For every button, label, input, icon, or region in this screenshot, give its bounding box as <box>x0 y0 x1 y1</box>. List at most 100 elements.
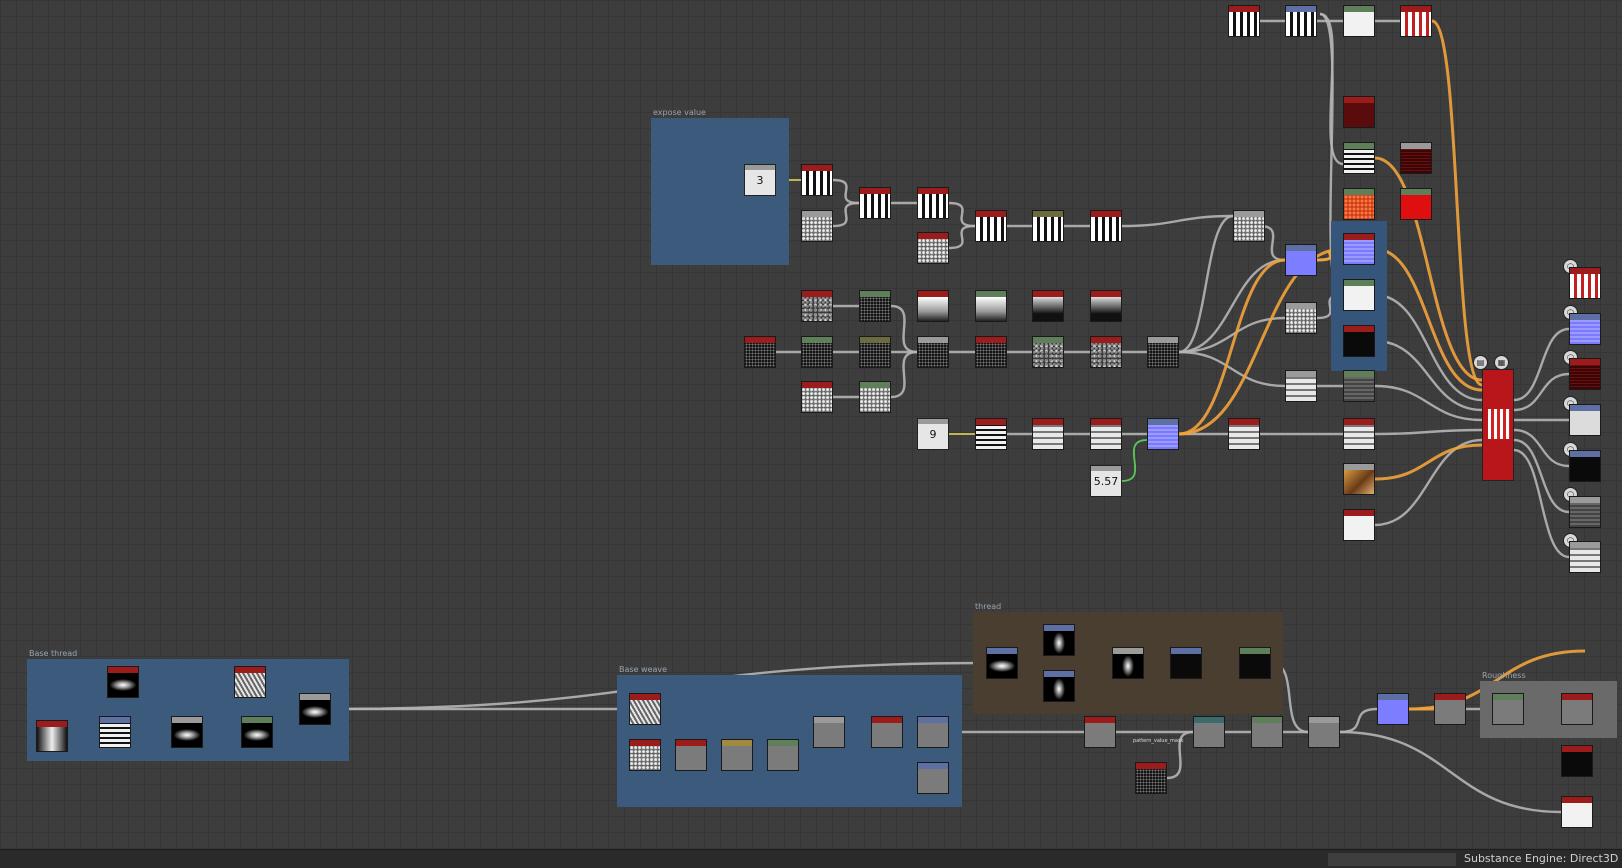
node-thumbnail <box>976 217 1006 241</box>
node-thumbnail <box>1091 425 1121 449</box>
graph-node[interactable] <box>801 164 833 196</box>
material-output-node[interactable] <box>1482 369 1514 481</box>
graph-node[interactable] <box>1147 336 1179 368</box>
graph-node[interactable] <box>1043 670 1075 702</box>
graph-node[interactable] <box>1569 404 1601 436</box>
graph-node[interactable] <box>1377 693 1409 725</box>
graph-node[interactable] <box>1084 716 1116 748</box>
graph-node[interactable] <box>744 336 776 368</box>
graph-node[interactable] <box>1492 693 1524 725</box>
graph-node[interactable] <box>1032 290 1064 322</box>
graph-node[interactable] <box>859 290 891 322</box>
graph-node[interactable] <box>1032 418 1064 450</box>
graph-node[interactable] <box>917 762 949 794</box>
graph-node[interactable] <box>299 693 331 725</box>
graph-node[interactable] <box>1147 418 1179 450</box>
graph-node[interactable] <box>1090 210 1122 242</box>
graph-node[interactable] <box>917 716 949 748</box>
graph-node[interactable] <box>1569 313 1601 345</box>
graph-node[interactable] <box>859 336 891 368</box>
graph-node[interactable] <box>171 716 203 748</box>
graph-node[interactable] <box>917 336 949 368</box>
graph-node[interactable] <box>1251 716 1283 748</box>
graph-node[interactable] <box>107 666 139 698</box>
graph-node[interactable] <box>871 716 903 748</box>
graph-node[interactable] <box>1090 290 1122 322</box>
graph-node[interactable] <box>721 739 753 771</box>
graph-node[interactable] <box>1308 716 1340 748</box>
graph-node[interactable] <box>801 336 833 368</box>
graph-node[interactable] <box>1112 647 1144 679</box>
graph-node[interactable] <box>1343 463 1375 495</box>
graph-node[interactable] <box>975 418 1007 450</box>
graph-node[interactable] <box>975 290 1007 322</box>
checker-icon[interactable]: ▦ <box>1494 355 1509 370</box>
graph-node[interactable] <box>1343 5 1375 37</box>
graph-node[interactable] <box>1434 693 1466 725</box>
graph-node[interactable] <box>1233 210 1265 242</box>
graph-node[interactable] <box>675 739 707 771</box>
graph-node[interactable] <box>1569 496 1601 528</box>
graph-node[interactable] <box>1343 418 1375 450</box>
graph-node[interactable] <box>1285 302 1317 334</box>
graph-node[interactable] <box>859 187 891 219</box>
graph-node[interactable] <box>1285 244 1317 276</box>
graph-node[interactable] <box>986 647 1018 679</box>
graph-node[interactable] <box>1569 267 1601 299</box>
graph-node[interactable] <box>1343 233 1375 265</box>
graph-node[interactable] <box>1400 188 1432 220</box>
graph-node[interactable] <box>801 210 833 242</box>
graph-node[interactable] <box>1239 647 1271 679</box>
graph-node[interactable] <box>1043 624 1075 656</box>
graph-node[interactable] <box>629 693 661 725</box>
graph-node[interactable] <box>801 290 833 322</box>
graph-node[interactable] <box>975 336 1007 368</box>
value-node[interactable]: 3 <box>744 164 776 196</box>
value-node[interactable]: 5.57 <box>1090 465 1122 497</box>
graph-node[interactable] <box>1561 796 1593 828</box>
page-icon[interactable]: ▤ <box>1473 355 1488 370</box>
graph-node[interactable] <box>1032 336 1064 368</box>
graph-node[interactable] <box>767 739 799 771</box>
graph-node[interactable] <box>1343 142 1375 174</box>
graph-node[interactable] <box>1343 279 1375 311</box>
graph-node[interactable] <box>1228 5 1260 37</box>
graph-node[interactable] <box>234 666 266 698</box>
graph-node[interactable] <box>1569 450 1601 482</box>
graph-node[interactable] <box>1193 716 1225 748</box>
graph-node[interactable] <box>813 716 845 748</box>
graph-node[interactable] <box>99 716 131 748</box>
graph-node[interactable] <box>1170 647 1202 679</box>
graph-node[interactable] <box>1561 745 1593 777</box>
graph-node[interactable] <box>1343 370 1375 402</box>
graph-node[interactable] <box>917 187 949 219</box>
graph-node[interactable] <box>1285 370 1317 402</box>
graph-node[interactable] <box>36 720 68 752</box>
graph-node[interactable] <box>1343 325 1375 357</box>
graph-node[interactable] <box>1090 418 1122 450</box>
graph-node[interactable] <box>1569 358 1601 390</box>
graph-canvas[interactable]: expose value Base thread Base weave thre… <box>0 0 1622 849</box>
graph-node[interactable] <box>1343 188 1375 220</box>
graph-node[interactable] <box>859 381 891 413</box>
graph-node[interactable] <box>1561 693 1593 725</box>
graph-node[interactable] <box>1400 5 1432 37</box>
graph-node[interactable] <box>1400 142 1432 174</box>
graph-node[interactable] <box>917 232 949 264</box>
graph-node[interactable] <box>1090 336 1122 368</box>
node-thumbnail <box>1309 723 1339 747</box>
graph-node[interactable] <box>1569 541 1601 573</box>
graph-node[interactable] <box>1032 210 1064 242</box>
node-thumbnail <box>1136 769 1166 793</box>
graph-node[interactable] <box>1343 96 1375 128</box>
graph-node[interactable] <box>1228 418 1260 450</box>
graph-node[interactable] <box>1285 5 1317 37</box>
graph-node[interactable] <box>241 716 273 748</box>
graph-node[interactable] <box>917 290 949 322</box>
graph-node[interactable] <box>1343 509 1375 541</box>
graph-node[interactable] <box>801 381 833 413</box>
graph-node[interactable] <box>1135 762 1167 794</box>
graph-node[interactable] <box>629 739 661 771</box>
graph-node[interactable] <box>975 210 1007 242</box>
value-node[interactable]: 9 <box>917 418 949 450</box>
